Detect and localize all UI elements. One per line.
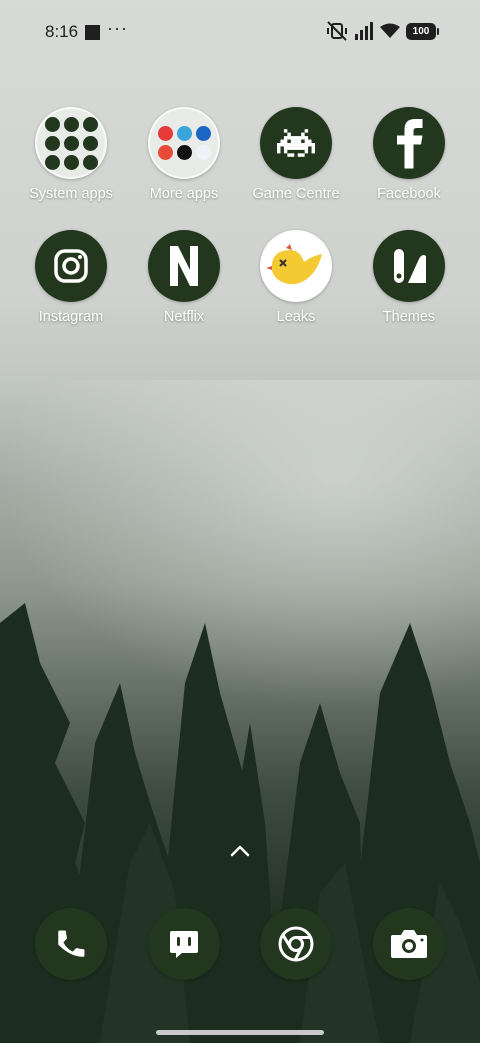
camera-glyph <box>391 930 427 958</box>
mini-app-icon <box>157 126 173 141</box>
dock-camera[interactable] <box>373 908 445 980</box>
app-label: Leaks <box>276 309 316 325</box>
mini-app-icon <box>157 145 173 160</box>
mini-app-icon <box>44 116 60 132</box>
mini-app-icon <box>195 126 211 141</box>
app-system-apps-folder[interactable]: System apps <box>15 107 127 202</box>
mini-app-icon <box>44 135 60 151</box>
screenshot-square-icon <box>85 25 100 40</box>
facebook-f-icon <box>373 107 445 179</box>
app-label: Netflix <box>163 309 205 325</box>
camera-icon <box>373 908 445 980</box>
mini-app-icon <box>63 135 79 151</box>
dock-phone[interactable] <box>35 908 107 980</box>
app-label: Game Centre <box>252 186 340 202</box>
folder-grid <box>157 126 211 160</box>
mini-app-icon <box>195 145 211 160</box>
mini-app-icon <box>82 154 98 170</box>
chrome-icon <box>260 908 332 980</box>
mini-app-icon <box>176 145 192 160</box>
mini-app-icon <box>82 135 98 151</box>
instagram-glyph <box>54 249 88 283</box>
instagram-camera-icon <box>35 230 107 302</box>
status-more-dots: ··· <box>107 18 128 38</box>
folder-grid <box>44 116 98 170</box>
themes-icon <box>373 230 445 302</box>
status-time: 8:16 <box>45 22 79 41</box>
app-drawer-chevron-up-icon[interactable] <box>228 843 252 859</box>
app-more-apps-folder[interactable]: More apps <box>128 107 240 202</box>
app-label: More apps <box>149 186 219 202</box>
app-netflix[interactable]: Netflix <box>128 230 240 325</box>
home-indicator[interactable] <box>156 1030 324 1035</box>
mute-vibrate-icon <box>327 21 347 41</box>
folder-icon <box>148 107 220 179</box>
space-invader-icon <box>260 107 332 179</box>
battery-icon: 100 <box>406 22 439 40</box>
status-bar: 8:16 ··· 100 <box>0 0 480 64</box>
app-game-centre[interactable]: Game Centre <box>240 107 352 202</box>
mini-app-icon <box>44 154 60 170</box>
wifi-icon <box>380 23 400 38</box>
mini-app-icon <box>63 116 79 132</box>
phone-glyph <box>58 930 85 957</box>
app-label: Facebook <box>377 186 441 202</box>
app-label: Themes <box>382 309 436 325</box>
folder-icon <box>35 107 107 179</box>
facebook-f-glyph <box>397 119 423 169</box>
space-invader-glyph <box>277 129 315 157</box>
mini-app-icon <box>63 154 79 170</box>
signal-icon <box>355 22 373 40</box>
netflix-n-glyph <box>170 246 198 286</box>
phone-icon <box>35 908 107 980</box>
dock-chrome[interactable] <box>260 908 332 980</box>
app-leaks[interactable]: Leaks <box>240 230 352 325</box>
mini-app-icon <box>176 126 192 141</box>
themes-glyph <box>394 249 426 283</box>
app-label: System apps <box>29 186 113 202</box>
app-label: Instagram <box>38 309 104 325</box>
battery-level: 100 <box>412 25 430 37</box>
messages-glyph <box>170 931 198 958</box>
leaks-bird-icon <box>260 230 332 302</box>
mini-app-icon <box>82 116 98 132</box>
netflix-n-icon <box>148 230 220 302</box>
leaks-bird-glyph <box>266 244 322 285</box>
app-themes[interactable]: Themes <box>353 230 465 325</box>
messages-icon <box>148 908 220 980</box>
app-facebook[interactable]: Facebook <box>353 107 465 202</box>
status-right-icons: 100 <box>326 21 439 41</box>
app-instagram[interactable]: Instagram <box>15 230 127 325</box>
chrome-glyph <box>278 926 314 962</box>
dock-messages[interactable] <box>148 908 220 980</box>
